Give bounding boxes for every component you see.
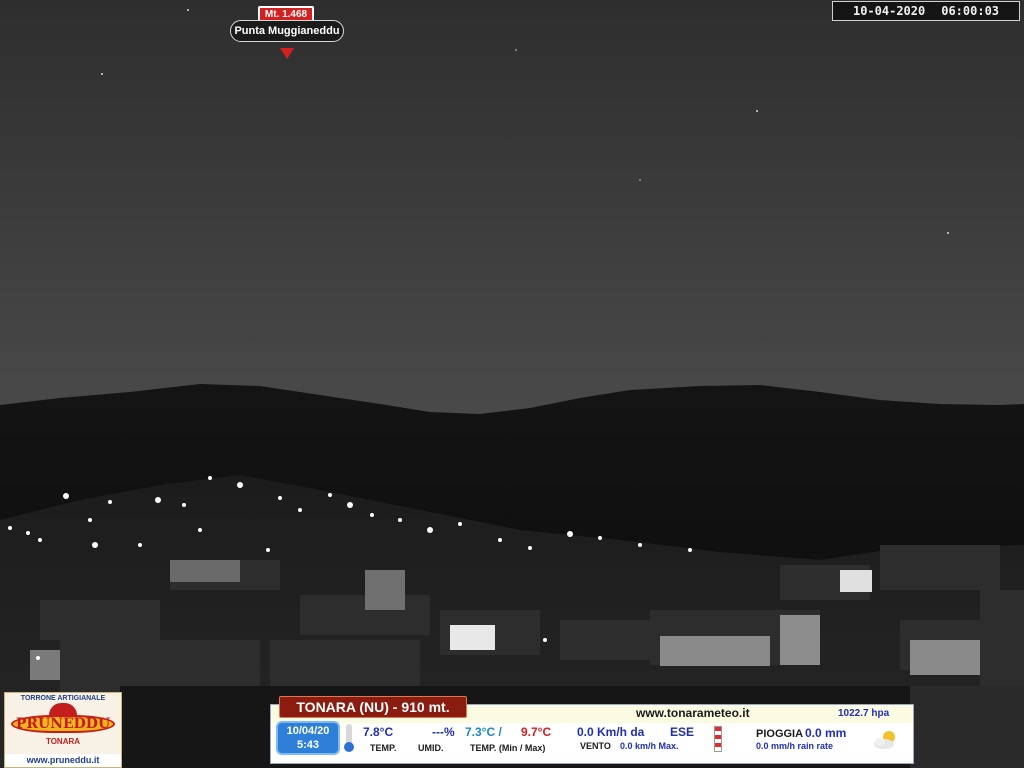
sponsor-url[interactable]: www.pruneddu.it [5,754,121,767]
timestamp-date: 10-04-2020 [852,4,926,18]
webcam-scene [0,0,1024,768]
humidity-value: ---% [432,725,455,739]
thermometer-icon [344,724,354,752]
reading-datetime: 10/04/20 5:43 [276,721,340,755]
sponsor-logo[interactable]: TORRONE ARTIGIANALE PRUNEDDU TONARA www.… [4,692,122,768]
wind-label: VENTO [580,741,611,751]
sponsor-town: TONARA [45,737,81,746]
foreground-right [910,686,1024,768]
partly-cloudy-icon [874,731,895,749]
temperature-label: TEMP. [370,743,397,753]
wind-max-value: 0.0 km/h Max. [620,741,679,751]
reading-time: 5:43 [296,739,320,751]
pressure-value: 1022.7 hpa [838,708,890,719]
sponsor-brand: PRUNEDDU [11,715,115,733]
timestamp: 10-04-2020 06:00:03 [832,1,1020,21]
temp-max-value: 9.7°C [521,725,552,739]
peak-name: Punta Muggianeddu [230,20,344,42]
wind-speed-value: 0.0 Km/h da [577,725,645,739]
station-title: TONARA (NU) - 910 mt. [279,696,467,718]
pin-icon [280,48,294,59]
rain-label: PIOGGIA [756,728,804,740]
temp-min-value: 7.3°C / [465,725,502,739]
sponsor-tagline: TORRONE ARTIGIANALE [20,695,106,702]
humidity-label: UMID. [418,743,444,753]
rain-value: 0.0 mm [805,726,847,740]
timestamp-time: 06:00:03 [941,4,1000,18]
temp-minmax-label: TEMP. (Min / Max) [470,743,546,753]
rain-rate-value: 0.0 mm/h rain rate [756,741,834,751]
windsock-icon [714,726,722,752]
reading-date: 10/04/20 [286,725,330,737]
weather-website[interactable]: www.tonarameteo.it [636,706,750,720]
wind-direction-value: ESE [670,725,695,739]
temperature-value: 7.8°C [363,725,394,739]
